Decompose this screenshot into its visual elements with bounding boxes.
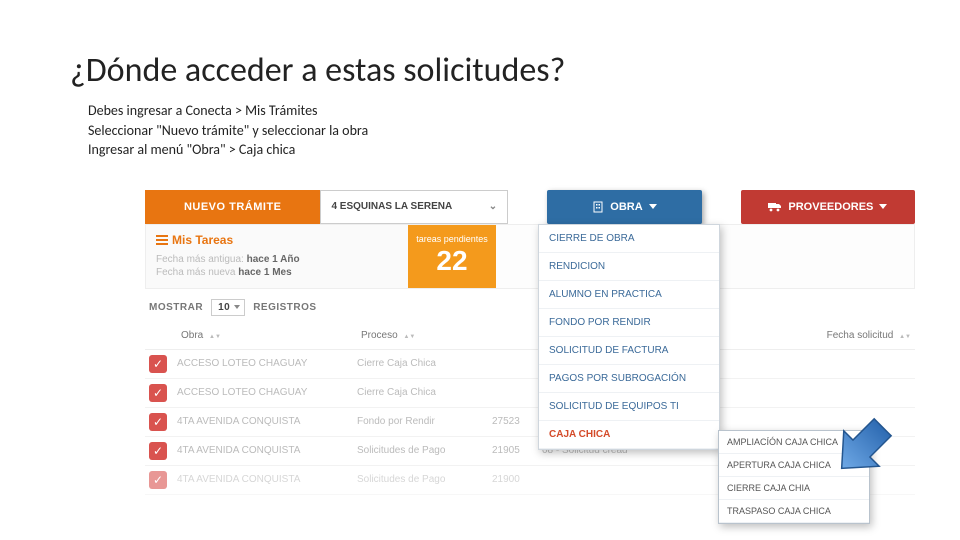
step-2: Seleccionar "Nuevo trámite" y selecciona… xyxy=(88,121,890,141)
caret-down-icon xyxy=(649,204,657,209)
app-screenshot: NUEVO TRÁMITE 4 ESQUINAS LA SERENA ⌄ OBR… xyxy=(145,190,915,495)
obra-select-value: 4 ESQUINAS LA SERENA xyxy=(331,201,452,212)
obra-dropdown: CIERRE DE OBRA RENDICION ALUMNO EN PRACT… xyxy=(538,224,720,450)
cell-num: 21905 xyxy=(492,445,542,456)
step-1: Debes ingresar a Conecta > Mis Trámites xyxy=(88,101,890,121)
submenu-item[interactable]: TRASPASO CAJA CHICA xyxy=(719,500,869,523)
truck-icon xyxy=(768,202,782,212)
cell-obra: ACCESO LOTEO CHAGUAY xyxy=(177,358,357,369)
check-icon[interactable]: ✓ xyxy=(149,442,167,460)
table-row[interactable]: ✓ ACCESO LOTEO CHAGUAY Cierre Caja Chica xyxy=(145,350,915,379)
tareas-pendientes-label: tareas pendientes xyxy=(416,235,488,245)
mis-tareas-panel: Mis Tareas Fecha más antigua: hace 1 Año… xyxy=(146,225,408,288)
col-proceso[interactable]: Proceso ▲▼ xyxy=(361,330,496,341)
tareas-pendientes-count: 22 xyxy=(436,245,467,277)
fecha-nueva-label: Fecha más nueva xyxy=(156,267,236,278)
obra-menu-item[interactable]: CIERRE DE OBRA xyxy=(539,225,719,253)
obra-menu-item[interactable]: SOLICITUD DE EQUIPOS TI xyxy=(539,393,719,421)
check-icon[interactable]: ✓ xyxy=(149,384,167,402)
summary-row: Mis Tareas Fecha más antigua: hace 1 Año… xyxy=(145,224,915,289)
cell-proceso: Solicitudes de Pago xyxy=(357,445,492,456)
cell-num: 21900 xyxy=(492,474,542,485)
cell-proceso: Cierre Caja Chica xyxy=(357,387,492,398)
top-bar: NUEVO TRÁMITE 4 ESQUINAS LA SERENA ⌄ OBR… xyxy=(145,190,915,224)
fecha-nueva-value: hace 1 Mes xyxy=(238,267,291,278)
obra-menu-label: OBRA xyxy=(610,201,642,213)
cell-obra: 4TA AVENIDA CONQUISTA xyxy=(177,445,357,456)
nuevo-tramite-button[interactable]: NUEVO TRÁMITE xyxy=(145,190,320,224)
obra-menu-item[interactable]: PAGOS POR SUBROGACIÓN xyxy=(539,365,719,393)
mis-tareas-title: Mis Tareas xyxy=(156,233,398,247)
registros-label: REGISTROS xyxy=(253,302,316,313)
sort-icon: ▲▼ xyxy=(209,335,221,340)
col-fecha[interactable]: Fecha solicitud ▲▼ xyxy=(801,330,911,341)
mostrar-label: MOSTRAR xyxy=(149,302,203,313)
list-icon xyxy=(156,235,168,245)
tareas-pendientes-badge[interactable]: tareas pendientes 22 xyxy=(408,225,496,288)
obra-menu-item-caja-chica[interactable]: CAJA CHICA xyxy=(539,421,719,449)
page-size-select[interactable]: 10 xyxy=(211,299,245,316)
cell-obra: 4TA AVENIDA CONQUISTA xyxy=(177,474,357,485)
sort-icon: ▲▼ xyxy=(403,335,415,340)
page-size-control: MOSTRAR 10 REGISTROS xyxy=(145,289,915,322)
check-icon[interactable]: ✓ xyxy=(149,413,167,431)
submenu-item[interactable]: CIERRE CAJA CHIA xyxy=(719,477,869,500)
proveedores-label: PROVEEDORES xyxy=(788,201,873,213)
cell-obra: 4TA AVENIDA CONQUISTA xyxy=(177,416,357,427)
obra-menu-item[interactable]: SOLICITUD DE FACTURA xyxy=(539,337,719,365)
cell-obra: ACCESO LOTEO CHAGUAY xyxy=(177,387,357,398)
obra-menu-item[interactable]: RENDICION xyxy=(539,253,719,281)
instruction-steps: Debes ingresar a Conecta > Mis Trámites … xyxy=(88,101,890,160)
caret-down-icon xyxy=(879,204,887,209)
table-row[interactable]: ✓ ACCESO LOTEO CHAGUAY Cierre Caja Chica xyxy=(145,379,915,408)
obra-select[interactable]: 4 ESQUINAS LA SERENA ⌄ xyxy=(320,190,508,224)
sort-icon: ▲▼ xyxy=(899,335,911,340)
check-icon[interactable]: ✓ xyxy=(149,355,167,373)
table-header: Obra ▲▼ Proceso ▲▼ Fecha solicitud ▲▼ xyxy=(145,322,915,350)
fecha-antigua-value: hace 1 Año xyxy=(247,254,300,265)
check-icon[interactable]: ✓ xyxy=(149,471,167,489)
proveedores-menu-button[interactable]: PROVEEDORES xyxy=(741,190,915,224)
page-title: ¿Dónde acceder a estas solicitudes? xyxy=(70,50,890,91)
fecha-antigua-label: Fecha más antigua: xyxy=(156,254,244,265)
building-icon xyxy=(592,201,604,213)
cell-proceso: Solicitudes de Pago xyxy=(357,474,492,485)
cell-proceso: Fondo por Rendir xyxy=(357,416,492,427)
chevron-down-icon: ⌄ xyxy=(489,201,497,212)
cell-proceso: Cierre Caja Chica xyxy=(357,358,492,369)
obra-menu-button[interactable]: OBRA xyxy=(547,190,702,224)
col-obra[interactable]: Obra ▲▼ xyxy=(181,330,361,341)
cell-num: 27523 xyxy=(492,416,542,427)
obra-menu-item[interactable]: FONDO POR RENDIR xyxy=(539,309,719,337)
step-3: Ingresar al menú "Obra" > Caja chica xyxy=(88,140,890,160)
obra-menu-item[interactable]: ALUMNO EN PRACTICA xyxy=(539,281,719,309)
